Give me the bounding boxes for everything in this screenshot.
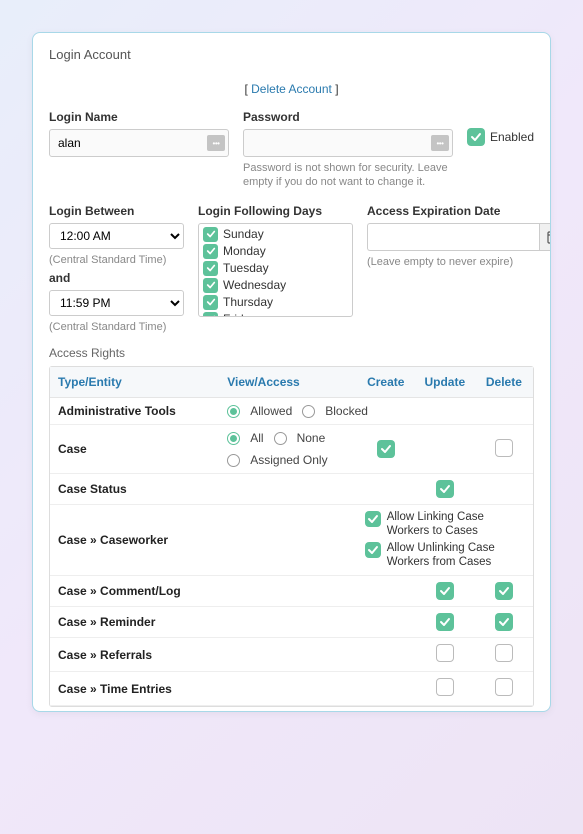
delete-account-link[interactable]: Delete Account <box>251 82 332 96</box>
table-row: Administrative Tools Allowed Blocked <box>50 398 533 425</box>
delete-account-row: [ Delete Account ] <box>49 82 534 96</box>
link-caseworkers-checkbox[interactable] <box>365 511 381 527</box>
table-row: Case » Comment/Log <box>50 576 533 607</box>
radio-assigned[interactable] <box>227 454 240 467</box>
table-row: Case » Referrals <box>50 638 533 672</box>
day-checkbox[interactable] <box>203 244 218 259</box>
day-checkbox[interactable] <box>203 261 218 276</box>
calendar-button[interactable] <box>539 223 551 251</box>
tz-hint-2: (Central Standard Time) <box>49 320 184 334</box>
table-row: Case Status <box>50 474 533 505</box>
day-checkbox[interactable] <box>203 312 218 317</box>
table-row: Case » Reminder <box>50 607 533 638</box>
day-item[interactable]: Monday <box>203 243 348 260</box>
expiration-date-input[interactable] <box>367 223 539 251</box>
table-row: Case » Caseworker Allow Linking Case Wor… <box>50 505 533 576</box>
radio-all[interactable] <box>227 432 240 445</box>
unlink-caseworkers-checkbox[interactable] <box>365 542 381 558</box>
ellipsis-icon[interactable] <box>207 135 225 151</box>
password-input[interactable] <box>243 129 453 157</box>
enabled-label: Enabled <box>490 130 534 144</box>
day-item[interactable]: Friday <box>203 311 348 317</box>
password-hint: Password is not shown for security. Leav… <box>243 161 453 190</box>
col-entity: Type/Entity <box>50 367 219 398</box>
login-days-listbox[interactable]: Sunday Monday Tuesday Wednesday Thursday… <box>198 223 353 317</box>
update-checkbox[interactable] <box>436 644 454 662</box>
col-delete: Delete <box>475 367 533 398</box>
col-view: View/Access <box>219 367 356 398</box>
table-row: Case All None Assigned Only <box>50 425 533 474</box>
radio-allowed[interactable] <box>227 405 240 418</box>
create-checkbox[interactable] <box>377 440 395 458</box>
tz-hint-1: (Central Standard Time) <box>49 253 184 267</box>
bracket-close: ] <box>332 82 339 96</box>
delete-checkbox[interactable] <box>495 582 513 600</box>
login-days-label: Login Following Days <box>198 204 353 218</box>
ellipsis-icon[interactable] <box>431 135 449 151</box>
login-account-panel: Login Account [ Delete Account ] Login N… <box>32 32 551 712</box>
radio-none[interactable] <box>274 432 287 445</box>
day-item[interactable]: Thursday <box>203 294 348 311</box>
and-label: and <box>49 271 184 285</box>
login-start-select[interactable]: 12:00 AM <box>49 223 184 249</box>
login-name-input[interactable] <box>49 129 229 157</box>
enabled-checkbox[interactable] <box>467 128 485 146</box>
day-item[interactable]: Wednesday <box>203 277 348 294</box>
access-rights-table: Type/Entity View/Access Create Update De… <box>49 366 534 707</box>
update-checkbox[interactable] <box>436 613 454 631</box>
login-end-select[interactable]: 11:59 PM <box>49 290 184 316</box>
radio-blocked[interactable] <box>302 405 315 418</box>
day-item[interactable]: Tuesday <box>203 260 348 277</box>
expiration-label: Access Expiration Date <box>367 204 551 218</box>
update-checkbox[interactable] <box>436 678 454 696</box>
day-item[interactable]: Sunday <box>203 226 348 243</box>
panel-title: Login Account <box>49 47 534 62</box>
col-create: Create <box>357 367 415 398</box>
login-between-label: Login Between <box>49 204 184 218</box>
delete-checkbox[interactable] <box>495 613 513 631</box>
access-rights-header: Access Rights <box>49 346 534 360</box>
day-checkbox[interactable] <box>203 295 218 310</box>
update-checkbox[interactable] <box>436 582 454 600</box>
delete-checkbox[interactable] <box>495 644 513 662</box>
table-row: Case » Time Entries <box>50 672 533 706</box>
update-checkbox[interactable] <box>436 480 454 498</box>
col-update: Update <box>415 367 475 398</box>
login-name-label: Login Name <box>49 110 229 124</box>
day-checkbox[interactable] <box>203 278 218 293</box>
delete-checkbox[interactable] <box>495 439 513 457</box>
password-label: Password <box>243 110 453 124</box>
delete-checkbox[interactable] <box>495 678 513 696</box>
day-checkbox[interactable] <box>203 227 218 242</box>
calendar-icon <box>547 230 551 244</box>
expiration-hint: (Leave empty to never expire) <box>367 255 551 269</box>
